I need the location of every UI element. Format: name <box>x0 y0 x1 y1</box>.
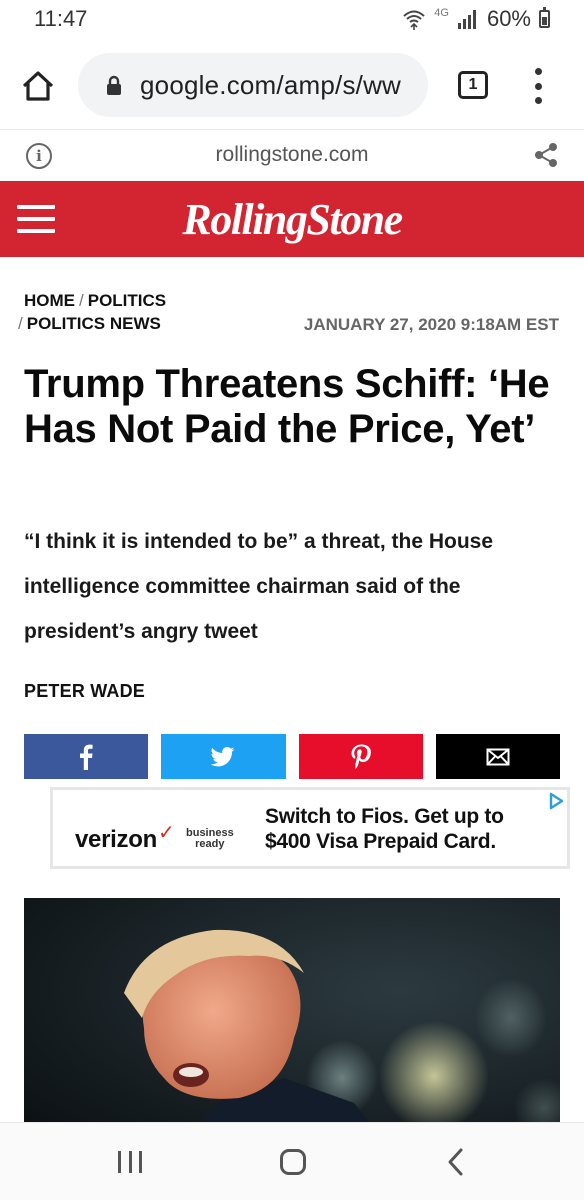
share-pinterest-button[interactable] <box>298 734 423 779</box>
breadcrumb-politics[interactable]: POLITICS <box>88 291 166 310</box>
tabs-icon[interactable]: 1 <box>458 71 488 99</box>
status-bar: 11:47 4G 60% <box>0 0 584 40</box>
android-nav-bar <box>0 1122 584 1200</box>
adchoices-icon[interactable] <box>547 792 565 810</box>
battery-icon <box>539 7 550 28</box>
breadcrumb-row-2: / POLITICS NEWS <box>18 314 161 333</box>
share-buttons <box>24 734 560 779</box>
recents-icon[interactable] <box>118 1151 142 1173</box>
tab-count: 1 <box>468 76 478 93</box>
back-icon[interactable] <box>446 1147 466 1177</box>
network-label: 4G <box>434 7 449 19</box>
hero-photo <box>24 898 560 1128</box>
url-text: google.com/amp/s/ww <box>140 69 402 100</box>
browser-toolbar: google.com/amp/s/ww 1 <box>0 40 584 130</box>
facebook-icon <box>80 744 93 770</box>
ad-headline: Switch to Fios. Get up to $400 Visa Prep… <box>265 805 504 853</box>
ad-subtitle: business ready <box>186 827 234 850</box>
article-hero-image[interactable] <box>24 898 560 1128</box>
ad-brand: verizon✓ <box>75 822 175 853</box>
advertisement[interactable]: verizon✓ business ready Switch to Fios. … <box>50 787 570 869</box>
twitter-icon <box>211 746 235 766</box>
more-icon[interactable] <box>530 68 546 104</box>
article-author[interactable]: PETER WADE <box>24 681 145 702</box>
address-bar[interactable]: google.com/amp/s/ww <box>78 53 428 117</box>
article-headline: Trump Threatens Schiff: ‘He Has Not Paid… <box>24 362 550 451</box>
nav-home-icon[interactable] <box>280 1149 306 1175</box>
amp-domain[interactable]: rollingstone.com <box>0 143 584 167</box>
status-icons: 4G 60% <box>402 6 550 32</box>
breadcrumb: HOME / POLITICS <box>24 291 167 310</box>
share-twitter-button[interactable] <box>161 734 286 779</box>
share-email-button[interactable] <box>435 734 560 779</box>
signal-icon <box>457 10 476 29</box>
lock-icon <box>107 75 121 95</box>
home-icon <box>22 71 54 101</box>
battery-percent: 60% <box>486 6 531 31</box>
share-facebook-button[interactable] <box>24 734 149 779</box>
article-date: JANUARY 27, 2020 9:18AM EST <box>303 315 559 334</box>
breadcrumb-home[interactable]: HOME <box>24 291 75 310</box>
article-dek: “I think it is intended to be” a threat,… <box>24 530 494 643</box>
email-icon <box>486 748 510 765</box>
breadcrumb-politics-news[interactable]: POLITICS NEWS <box>27 314 161 333</box>
site-header: RollingStone <box>0 181 584 257</box>
browser-home-button[interactable] <box>20 68 56 104</box>
wifi-calling-icon <box>403 10 425 30</box>
status-time: 11:47 <box>34 6 88 31</box>
amp-header: i rollingstone.com <box>0 131 584 181</box>
share-icon[interactable] <box>532 141 560 169</box>
site-logo[interactable]: RollingStone <box>0 194 584 245</box>
pinterest-icon <box>351 744 371 769</box>
